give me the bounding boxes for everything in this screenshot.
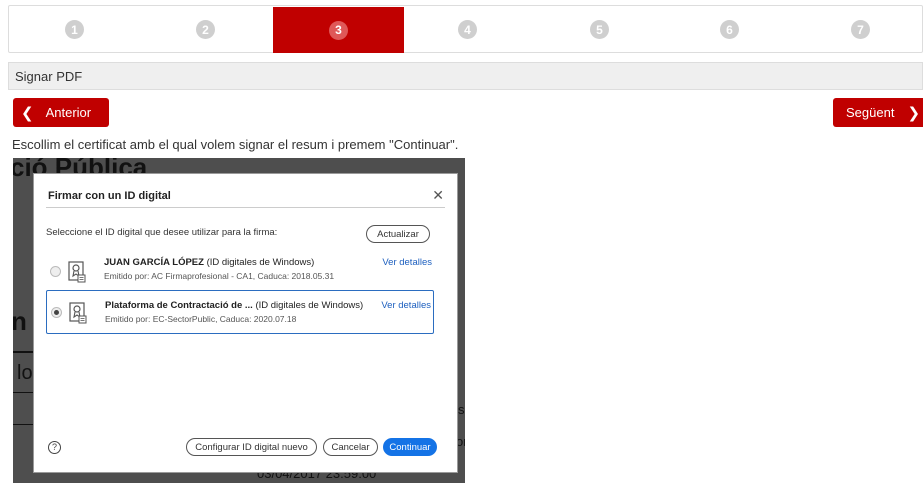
id-name: Plataforma de Contractació de ... (ID di… (105, 300, 364, 311)
chevron-right-icon: ❯ (907, 104, 921, 122)
view-details-link[interactable]: Ver detalles (382, 257, 432, 268)
digital-id-option-selected[interactable]: Plataforma de Contractació de ... (ID di… (46, 290, 434, 334)
background-fragment: lo (17, 362, 33, 384)
step-7[interactable]: 7 (795, 6, 923, 53)
help-icon[interactable]: ? (48, 441, 61, 454)
dialog-prompt: Seleccione el ID digital que desee utili… (46, 227, 278, 238)
dialog-title: Firmar con un ID digital (48, 190, 171, 202)
id-issuer: Emitido por: EC-SectorPublic, Caduca: 20… (105, 314, 297, 324)
certificate-icon (69, 302, 87, 324)
id-name: JUAN GARCÍA LÓPEZ (ID digitales de Windo… (104, 257, 315, 268)
step-number: 1 (65, 20, 84, 39)
radio-button-selected[interactable] (51, 307, 62, 318)
next-label: Següent (846, 105, 895, 120)
step-6[interactable]: 6 (664, 6, 795, 53)
view-details-link[interactable]: Ver detalles (381, 300, 431, 311)
step-4[interactable]: 4 (402, 6, 533, 53)
background-rule (13, 351, 33, 353)
background-fragment: s (458, 402, 465, 417)
step-number: 2 (196, 20, 215, 39)
cancel-button[interactable]: Cancelar (323, 438, 378, 456)
step-1[interactable]: 1 (9, 6, 140, 53)
step-number: 6 (720, 20, 739, 39)
instruction-text: Escollim el certificat amb el qual volem… (12, 137, 459, 152)
previous-button[interactable]: ❮ Anterior (13, 98, 109, 127)
background-rule (13, 424, 33, 425)
wizard-stepper: 1 2 3 4 5 6 7 (8, 5, 923, 53)
section-title: Signar PDF (8, 62, 923, 90)
step-number: 7 (851, 20, 870, 39)
background-rule (13, 392, 33, 393)
background-fragment: n (13, 306, 27, 336)
certificate-icon (68, 261, 86, 283)
step-2[interactable]: 2 (140, 6, 271, 53)
configure-new-id-button[interactable]: Configurar ID digital nuevo (186, 438, 317, 456)
digital-id-option[interactable]: JUAN GARCÍA LÓPEZ (ID digitales de Windo… (46, 252, 434, 292)
previous-label: Anterior (45, 105, 92, 120)
continue-button[interactable]: Continuar (383, 438, 437, 456)
step-5[interactable]: 5 (534, 6, 665, 53)
signing-screenshot: ció Pública n lo s or 03/04/2017 23:59:0… (13, 158, 465, 483)
chevron-left-icon: ❮ (21, 104, 34, 122)
step-number: 3 (329, 20, 348, 40)
id-issuer: Emitido por: AC Firmaprofesional - CA1, … (104, 271, 335, 281)
sign-digital-id-dialog: Firmar con un ID digital ✕ Seleccione el… (33, 173, 458, 473)
step-3[interactable]: 3 (273, 7, 404, 53)
radio-button[interactable] (50, 266, 61, 277)
step-number: 4 (458, 20, 477, 39)
close-icon[interactable]: ✕ (432, 187, 444, 204)
divider (46, 207, 445, 208)
refresh-button[interactable]: Actualizar (366, 225, 430, 243)
step-number: 5 (590, 20, 609, 39)
next-button[interactable]: Següent ❯ (833, 98, 923, 127)
